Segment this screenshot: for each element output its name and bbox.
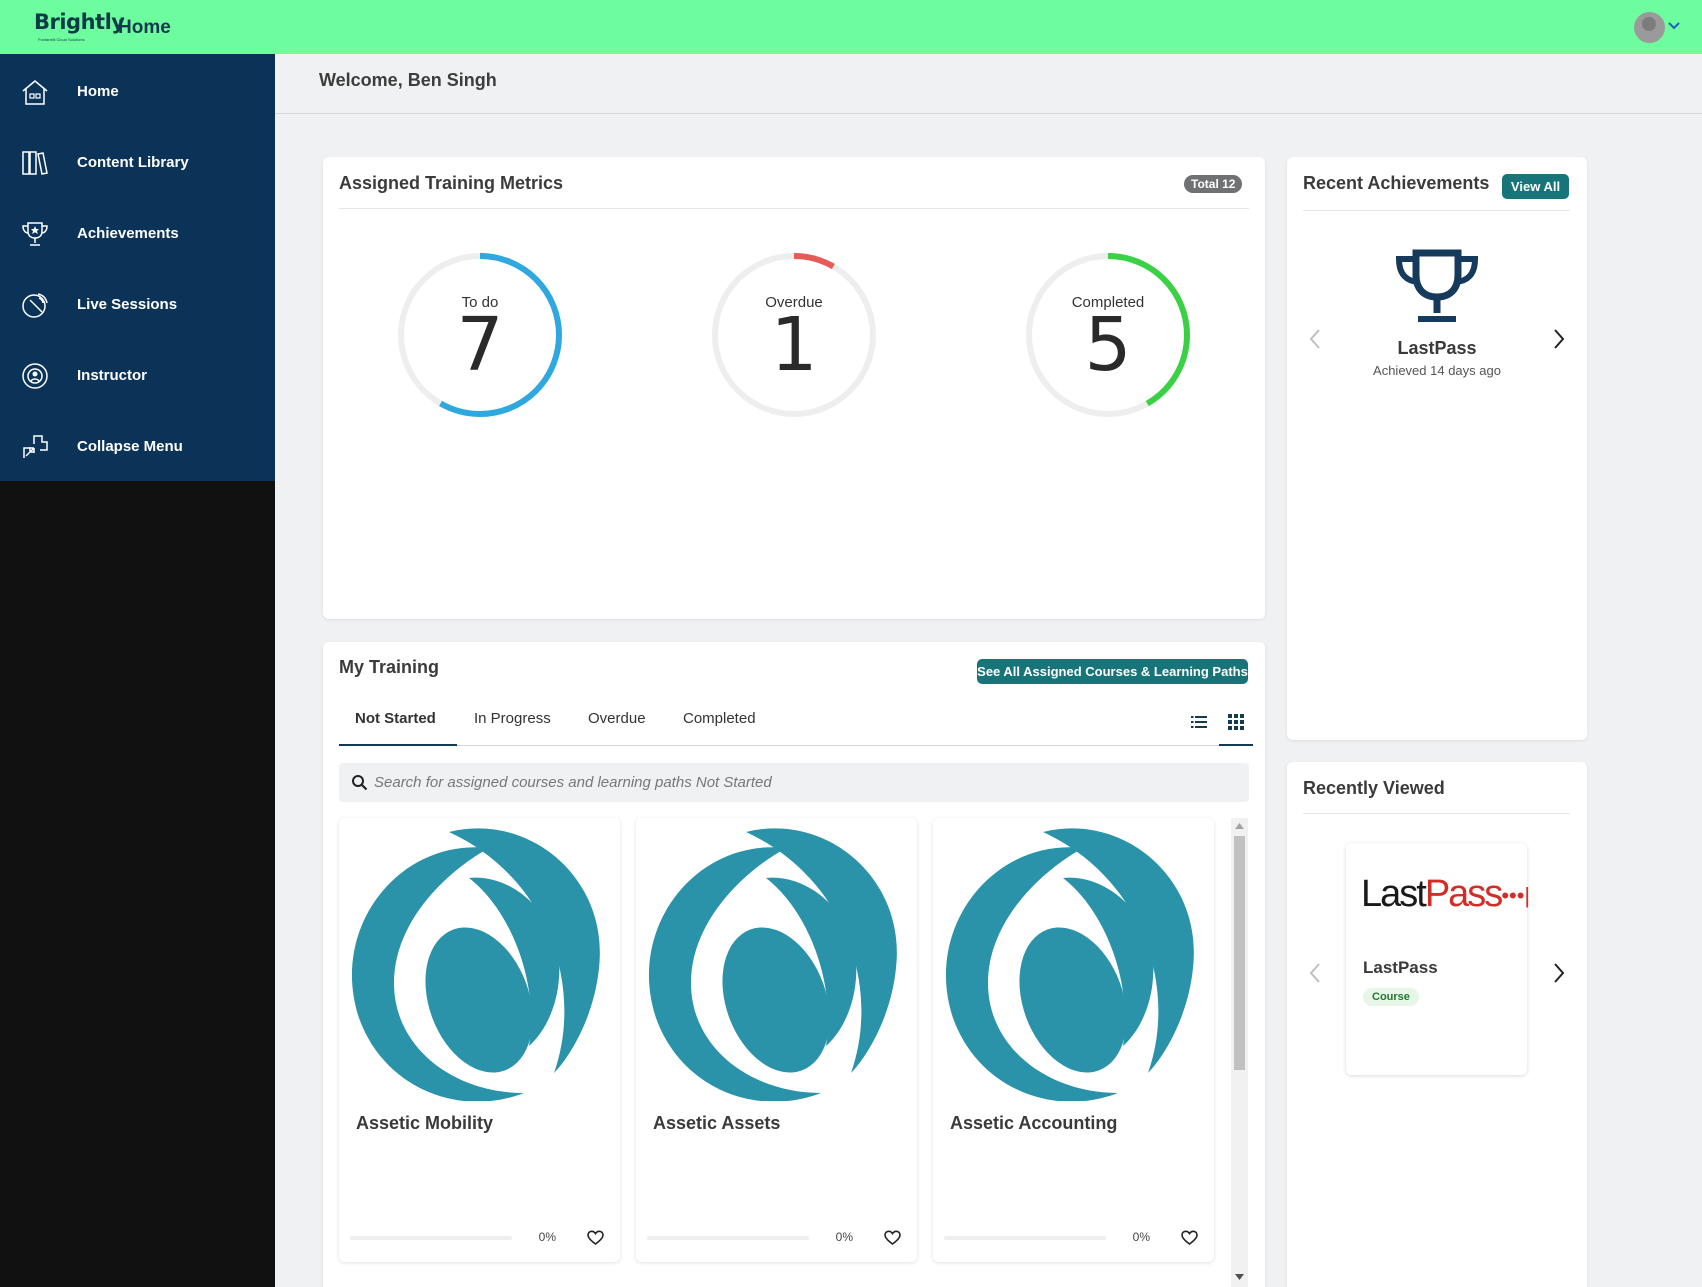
divider xyxy=(339,208,1249,209)
welcome-message: Welcome, Ben Singh xyxy=(319,70,497,90)
scroll-down-arrow-icon[interactable] xyxy=(1235,1274,1244,1280)
progress-percent: 0% xyxy=(835,1230,853,1244)
sidebar-item-instructor[interactable]: Instructor xyxy=(0,340,275,411)
metric-value: 1 xyxy=(770,302,818,388)
library-icon xyxy=(22,150,48,175)
collapse-icon xyxy=(23,434,48,458)
tab-not-started[interactable]: Not Started xyxy=(355,710,436,727)
brightly-logo[interactable]: Brightly Fontanelli Cloud Solutions xyxy=(34,10,125,44)
sidebar-item-live-sessions[interactable]: Live Sessions xyxy=(0,269,275,340)
course-card[interactable]: Assetic Mobility 0% xyxy=(339,818,620,1262)
course-title: Assetic Mobility xyxy=(356,1113,494,1133)
course-card[interactable]: Assetic Assets 0% xyxy=(636,818,917,1262)
logo-text: Brightly xyxy=(34,10,125,34)
page-title: Home xyxy=(118,17,171,38)
my-training-title: My Training xyxy=(339,657,440,677)
sidebar-item-label: Achievements xyxy=(77,225,179,242)
metric-value: 7 xyxy=(456,302,504,388)
tabs-divider xyxy=(339,745,1251,746)
heart-icon[interactable] xyxy=(587,1230,604,1246)
sidebar-item-home[interactable]: Home xyxy=(0,56,275,127)
sidebar-item-label: Live Sessions xyxy=(77,296,178,313)
search-input[interactable] xyxy=(374,763,1234,802)
progress-percent: 0% xyxy=(538,1230,556,1244)
metric-completed: Completed 5 xyxy=(1023,250,1193,420)
recently-viewed-item[interactable]: LastPass•••| LastPass Course xyxy=(1346,843,1531,1075)
scroll-up-arrow-icon[interactable] xyxy=(1235,823,1244,829)
tab-completed[interactable]: Completed xyxy=(683,710,756,727)
sidebar-item-label: Collapse Menu xyxy=(77,438,183,455)
search-icon xyxy=(352,775,368,791)
total-badge: Total 12 xyxy=(1184,175,1243,193)
home-icon xyxy=(22,79,48,105)
chevron-down-icon[interactable] xyxy=(1666,18,1682,34)
avatar[interactable] xyxy=(1634,12,1665,43)
active-tab-indicator xyxy=(339,744,457,746)
recent-achievements-card xyxy=(1287,157,1587,740)
broadcast-icon xyxy=(22,292,48,318)
instructor-icon xyxy=(22,362,48,389)
course-title: Assetic Assets xyxy=(653,1113,781,1133)
sidebar-item-achievements[interactable]: Achievements xyxy=(0,198,275,269)
list-view-icon[interactable] xyxy=(1190,713,1208,731)
tab-in-progress[interactable]: In Progress xyxy=(474,710,551,727)
achievement-name: LastPass xyxy=(1397,338,1477,358)
scroll-thumb[interactable] xyxy=(1234,836,1245,1070)
sidebar-item-label: Home xyxy=(77,83,119,100)
sidebar-item-label: Content Library xyxy=(77,154,189,171)
recently-viewed-prev-arrow-icon[interactable] xyxy=(1308,962,1322,984)
course-thumbnail-image xyxy=(933,818,1214,1101)
achievement-date: Achieved 14 days ago xyxy=(1373,363,1501,378)
view-all-button[interactable]: View All xyxy=(1502,174,1569,199)
trophy-icon xyxy=(22,221,48,246)
recently-viewed-title: Recently Viewed xyxy=(1303,778,1445,798)
welcome-bar: Welcome, Ben Singh xyxy=(275,54,1702,114)
metric-value: 5 xyxy=(1084,302,1132,388)
course-thumbnail-image xyxy=(339,818,620,1101)
course-thumbnail-image xyxy=(636,818,917,1101)
top-bar: Brightly Fontanelli Cloud Solutions Home xyxy=(0,0,1702,54)
metric-todo: To do 7 xyxy=(395,250,565,420)
recent-achievements-title: Recent Achievements xyxy=(1303,173,1490,193)
grid-view-icon[interactable] xyxy=(1227,713,1245,731)
progress-percent: 0% xyxy=(1132,1230,1150,1244)
search-bar xyxy=(339,763,1249,802)
progress-bar xyxy=(944,1236,1106,1240)
lastpass-logo: LastPass•••| xyxy=(1361,873,1531,915)
course-list-scrollbar[interactable] xyxy=(1231,818,1248,1287)
metrics-title: Assigned Training Metrics xyxy=(339,173,564,193)
course-card[interactable]: Assetic Accounting 0% xyxy=(933,818,1214,1262)
progress-bar xyxy=(647,1236,809,1240)
metric-overdue: Overdue 1 xyxy=(709,250,879,420)
course-badge: Course xyxy=(1363,988,1419,1006)
sidebar-item-label: Instructor xyxy=(77,367,148,384)
divider xyxy=(1303,813,1570,814)
heart-icon[interactable] xyxy=(884,1230,901,1246)
sidebar-item-content-library[interactable]: Content Library xyxy=(0,127,275,198)
logo-subtext: Fontanelli Cloud Solutions xyxy=(38,37,85,42)
divider xyxy=(1303,210,1570,211)
course-title: Assetic Accounting xyxy=(950,1113,1118,1133)
recently-viewed-next-arrow-icon[interactable] xyxy=(1552,962,1566,984)
tab-overdue[interactable]: Overdue xyxy=(588,710,646,727)
sidebar-empty-area xyxy=(0,481,275,1287)
see-all-assigned-button[interactable]: See All Assigned Courses & Learning Path… xyxy=(977,659,1248,684)
heart-icon[interactable] xyxy=(1181,1230,1198,1246)
progress-bar xyxy=(350,1236,512,1240)
trophy-icon xyxy=(1395,249,1479,322)
sidebar-item-collapse-menu[interactable]: Collapse Menu xyxy=(0,411,275,482)
recently-viewed-item-title: LastPass xyxy=(1363,958,1438,977)
sidebar: Home Content Library Achievements Live S… xyxy=(0,54,275,481)
active-view-indicator xyxy=(1219,744,1253,746)
